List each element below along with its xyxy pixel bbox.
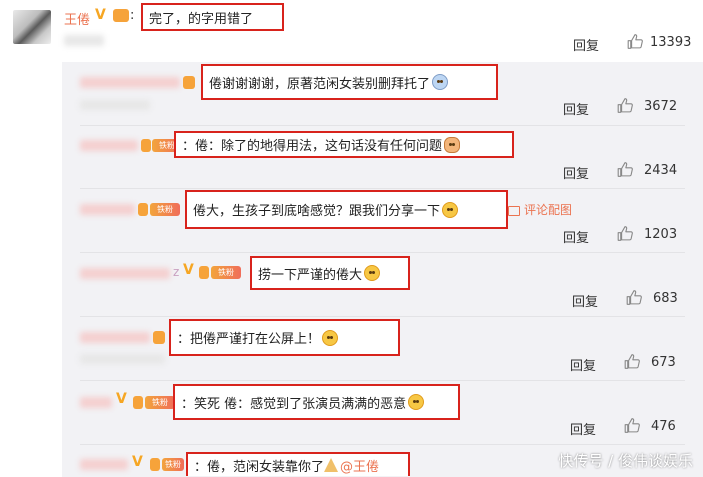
thumbs-up-icon[interactable] bbox=[626, 33, 644, 50]
comment-text: 捞一下严谨的倦大 bbox=[258, 267, 363, 283]
reply-button[interactable]: 回复 bbox=[563, 227, 589, 246]
sub-comment-text: 捞一下严谨的倦大 bbox=[250, 256, 410, 290]
main-comment: 王倦 V : 完了，的字用错了 回复 13393 bbox=[0, 0, 703, 58]
fan-badge-icon: 铁粉 bbox=[211, 266, 241, 279]
sub-comment-text: ：倦，范闲女装靠你了 @王倦 bbox=[186, 452, 410, 476]
image-icon bbox=[508, 205, 520, 216]
fan-badge-icon: 铁粉 bbox=[150, 203, 180, 216]
divider bbox=[80, 188, 685, 189]
like-count: 3672 bbox=[644, 99, 678, 114]
badge-icon bbox=[133, 396, 143, 409]
like-count: 2434 bbox=[644, 163, 678, 178]
sub-comment-text: ：倦：除了的地得用法，这句话没有任何问题 bbox=[174, 131, 514, 158]
thumbs-up-icon[interactable] bbox=[616, 225, 634, 242]
sub-comment-text: ：笑死 倦：感觉到了张演员满满的恶意 bbox=[173, 384, 460, 420]
emoji-icon bbox=[322, 329, 339, 346]
divider bbox=[80, 252, 685, 253]
reply-button[interactable]: 回复 bbox=[570, 419, 596, 438]
badge-icon bbox=[141, 139, 151, 152]
blurred-username bbox=[80, 268, 170, 279]
author-name[interactable]: 王倦 bbox=[64, 9, 90, 28]
pray-emoji-icon bbox=[324, 458, 339, 472]
divider bbox=[80, 125, 685, 126]
comment-text: ：把倦严谨打在公屏上！ bbox=[177, 332, 321, 347]
emoji-icon bbox=[444, 136, 461, 153]
emoji-icon bbox=[408, 394, 425, 410]
mention-link[interactable]: @王倦 bbox=[340, 456, 379, 475]
like-count: 673 bbox=[651, 355, 676, 370]
vip-badge-icon bbox=[113, 9, 129, 22]
thumbs-up-icon[interactable] bbox=[623, 417, 641, 434]
sub-comment-text: 倦谢谢谢谢，原著范闲女装别删拜托了 bbox=[201, 64, 498, 100]
verified-v-icon: V bbox=[116, 391, 127, 407]
badge-icon bbox=[199, 266, 209, 279]
comment-text: 倦谢谢谢谢，原著范闲女装别删拜托了 bbox=[209, 76, 431, 92]
badge-icon bbox=[153, 331, 165, 344]
thumbs-up-icon[interactable] bbox=[616, 97, 634, 114]
fan-badge-label: 铁粉 bbox=[157, 205, 173, 214]
thumbs-up-icon[interactable] bbox=[625, 289, 643, 306]
divider bbox=[80, 316, 685, 317]
comment-image-label: 评论配图 bbox=[524, 203, 573, 217]
blurred-username bbox=[80, 140, 138, 151]
thumbs-up-icon[interactable] bbox=[616, 161, 634, 178]
like-count: 13393 bbox=[650, 35, 692, 50]
comment-text: 倦大，生孩子到底啥感觉？跟我们分享一下 bbox=[193, 204, 441, 219]
comment-text: ：倦：除了的地得用法，这句话没有任何问题 bbox=[182, 139, 443, 154]
emoji-icon bbox=[432, 74, 449, 90]
like-count: 476 bbox=[651, 419, 676, 434]
badge-icon bbox=[138, 203, 148, 216]
comment-text: 完了，的字用错了 bbox=[149, 11, 254, 27]
sub-comment-text: ：把倦严谨打在公屏上！ bbox=[169, 319, 400, 356]
watermark: 快传号 / 俊伟谈娱乐 bbox=[558, 452, 693, 470]
blurred-username bbox=[80, 459, 128, 470]
fan-badge-label: 铁粉 bbox=[165, 460, 181, 469]
verified-v-icon: V bbox=[95, 7, 106, 23]
like-count: 683 bbox=[653, 291, 678, 306]
badge-icon bbox=[183, 76, 195, 89]
reply-button[interactable]: 回复 bbox=[570, 355, 596, 374]
badge-icon bbox=[150, 458, 160, 471]
author-avatar[interactable] bbox=[13, 10, 51, 44]
blurred-text bbox=[80, 354, 165, 364]
reply-button[interactable]: 回复 bbox=[563, 163, 589, 182]
blurred-username bbox=[80, 332, 150, 343]
verified-v-icon: V bbox=[183, 262, 194, 278]
comment-text: ：倦，范闲女装靠你了 bbox=[194, 459, 325, 475]
fan-badge-label: 铁粉 bbox=[218, 268, 234, 277]
comment-text: ：笑死 倦：感觉到了张演员满满的恶意 bbox=[181, 396, 407, 412]
main-comment-text: 完了，的字用错了 bbox=[141, 3, 284, 31]
fan-badge-label: 铁粉 bbox=[152, 398, 168, 407]
reply-button[interactable]: 回复 bbox=[573, 35, 599, 54]
thumbs-up-icon[interactable] bbox=[623, 353, 641, 370]
divider bbox=[80, 380, 685, 381]
fan-badge-icon: 铁粉 bbox=[162, 458, 184, 471]
blurred-text bbox=[64, 35, 104, 46]
blurred-username bbox=[80, 204, 135, 215]
fan-badge-icon: 铁粉 bbox=[145, 396, 175, 409]
reply-button[interactable]: 回复 bbox=[563, 99, 589, 118]
divider bbox=[80, 444, 685, 445]
blurred-username bbox=[80, 77, 180, 88]
blurred-text bbox=[80, 100, 150, 110]
reply-button[interactable]: 回复 bbox=[572, 291, 598, 310]
comment-image-link[interactable]: 评论配图 bbox=[508, 201, 572, 218]
sub-comment-text: 倦大，生孩子到底啥感觉？跟我们分享一下 bbox=[185, 190, 508, 229]
like-count: 1203 bbox=[644, 227, 678, 242]
colon: : bbox=[130, 8, 135, 23]
emoji-icon bbox=[364, 265, 381, 281]
verified-v-icon: V bbox=[132, 454, 143, 470]
blurred-username bbox=[80, 397, 112, 408]
username-fragment: z bbox=[173, 265, 180, 279]
emoji-icon bbox=[442, 201, 459, 218]
